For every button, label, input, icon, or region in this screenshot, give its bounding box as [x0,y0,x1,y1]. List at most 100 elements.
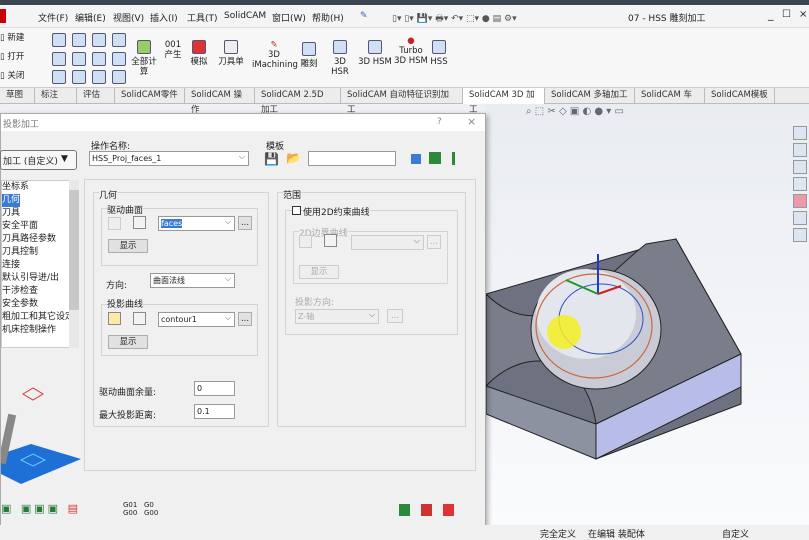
gcode-button-2[interactable]: G0 G00 [144,501,158,517]
hss-button[interactable]: HSS [428,40,450,67]
parts-icon[interactable] [793,143,807,157]
menu-edit[interactable]: 编辑(E) [75,11,106,24]
tab-1[interactable]: 标注 [35,88,77,104]
menu-help[interactable]: 帮助(H) [312,11,344,24]
select-boundary-icon[interactable] [324,234,337,247]
tree-item[interactable]: 安全参数 [2,298,78,311]
menu-window[interactable]: 窗口(W) [272,11,306,24]
tree-item[interactable]: 坐标系 [2,181,78,194]
select-drive-icon[interactable] [133,216,146,229]
home-icon[interactable] [793,126,807,140]
bottom-toolbar[interactable]: ▣ ▣▣▣ ▤ [1,502,81,515]
menu-tools[interactable]: 工具(T) [187,11,218,24]
edit-drive-icon[interactable] [108,217,121,230]
custom-properties-icon[interactable] [793,211,807,225]
drive-more-button[interactable]: ... [238,216,252,230]
projection-direction-combo[interactable]: Z-轴 [295,308,379,324]
boundary-combo[interactable] [351,234,424,250]
solidcam-icon[interactable] [793,228,807,242]
boundary-show-button[interactable]: 显示 [299,265,339,279]
drive-stock-label: 驱动曲面余量: [99,388,157,398]
status-defined: 完全定义 [540,530,577,540]
exit-icon[interactable] [443,504,454,516]
folder-icon[interactable] [793,160,807,174]
edit-curve-icon[interactable] [108,312,121,325]
template-input[interactable] [308,151,396,166]
tab-2[interactable]: 评估 [77,88,115,104]
tree-item[interactable]: 刀具路径参数 [2,233,78,246]
curve-show-button[interactable]: 显示 [108,335,148,349]
tree-item[interactable]: 刀具控制 [2,246,78,259]
new-button[interactable]: ▯ 新建 [0,33,24,43]
menu-file[interactable]: 文件(F) [38,11,68,24]
close-window-button[interactable]: × [799,9,807,20]
tab-3[interactable]: SolidCAM零件 [115,88,185,104]
turbo-hsm-button[interactable]: ● Turbo 3D HSM [394,36,428,66]
drive-surface-combo[interactable]: faces [158,215,235,231]
tab-9[interactable]: SolidCAM 车削 [635,88,705,115]
quick-access-toolbar[interactable]: ▯▾ ▯▾ 💾▾ 🖶▾ ↶▾ ⬚▾ ● ▤ ⚙▾ [392,11,517,27]
hsr-button[interactable]: 3D HSR [324,40,356,77]
projection-direction-more-button[interactable]: ... [387,309,403,323]
open-button[interactable]: ▯ 打开 [0,52,24,62]
menu-solidcam[interactable]: SolidCAM [224,11,266,21]
boundary-more-button[interactable]: ... [427,235,441,249]
tree-item[interactable]: 机床控制操作 [2,324,78,337]
save-template-icon[interactable]: 💾 [264,152,279,166]
drive-surface-label: 驱动曲面 [107,203,144,216]
open-template-icon[interactable]: 📂 [286,151,301,165]
save-exit-icon[interactable] [421,504,432,516]
save-icon[interactable] [399,504,410,516]
tool-pointer-icon[interactable] [452,152,464,165]
tree-item[interactable]: 连接 [2,259,78,272]
tab-5[interactable]: SolidCAM 2.5D 加工 [255,88,341,115]
curve-more-button[interactable]: ... [238,312,252,326]
max-projection-input[interactable]: 0.1 [194,404,235,419]
generate-button[interactable]: 001 产生 [162,40,184,60]
view-cube-buttons[interactable] [52,33,126,85]
direction-combo[interactable]: 曲面法线 [150,272,235,288]
view-palette-icon[interactable] [793,177,807,191]
appearance-icon[interactable] [793,194,807,208]
pin-icon[interactable]: ✎ [360,11,368,21]
tree-item[interactable]: 刀具 [2,207,78,220]
tree-scrollbar[interactable] [69,180,79,348]
close-button[interactable]: ▯ 关闭 [0,71,24,81]
calc-all-button[interactable]: 全部计算 [130,40,158,77]
save-calc-icon[interactable] [429,152,441,164]
tab-10[interactable]: SolidCAM模板 [705,88,775,104]
tab-7[interactable]: SolidCAM 3D 加工 [463,88,545,115]
select-curve-icon[interactable] [133,312,146,325]
projection-curve-combo[interactable]: contour1 [158,311,235,327]
status-units[interactable]: 自定义 [722,527,749,540]
hsm-button[interactable]: 3D HSM [358,40,392,67]
edit-boundary-icon[interactable] [299,235,312,248]
operation-type-select[interactable]: 加工 (自定义) ▼ [0,150,77,170]
tab-4[interactable]: SolidCAM 操作 [185,88,255,115]
tree-item[interactable]: 干涉检查 [2,285,78,298]
tool-sheet-button[interactable]: 刀具单 [216,40,246,67]
tree-item[interactable]: 安全平面 [2,220,78,233]
menu-view[interactable]: 视图(V) [113,11,144,24]
tree-item[interactable]: 几何 [2,194,20,207]
tab-8[interactable]: SolidCAM 多轴加工 [545,88,635,104]
tab-0[interactable]: 草图 [0,88,35,104]
operation-name-combo[interactable]: HSS_Proj_faces_1 [89,150,249,166]
gcode-button-1[interactable]: G01 G00 [123,501,137,517]
info-icon[interactable] [411,154,421,164]
drive-stock-input[interactable]: 0 [194,381,235,396]
minimize-button[interactable]: _ [768,8,774,21]
drive-show-button[interactable]: 显示 [108,239,148,253]
menu-insert[interactable]: 插入(I) [150,11,178,24]
tab-6[interactable]: SolidCAM 自动特征识别加工 [341,88,463,115]
simulate-button[interactable]: 模拟 [188,40,210,67]
engrave-button[interactable]: 雕刻 [298,42,320,69]
graphics-viewport[interactable]: ⌕ ⬚ ✂ ◇ ▣ ◐ ● ▾ ▭ [486,104,809,525]
dialog-close-button[interactable]: × [467,115,476,128]
tree-item[interactable]: 粗加工和其它设定 [2,311,78,324]
imachining-button[interactable]: ✎ 3D iMachining [252,40,298,70]
maximize-button[interactable]: ☐ [782,9,791,20]
tree-item[interactable]: 默认引导进/出 [2,272,78,285]
help-button[interactable]: ? [437,117,442,127]
use-2d-checkbox[interactable] [292,206,301,215]
